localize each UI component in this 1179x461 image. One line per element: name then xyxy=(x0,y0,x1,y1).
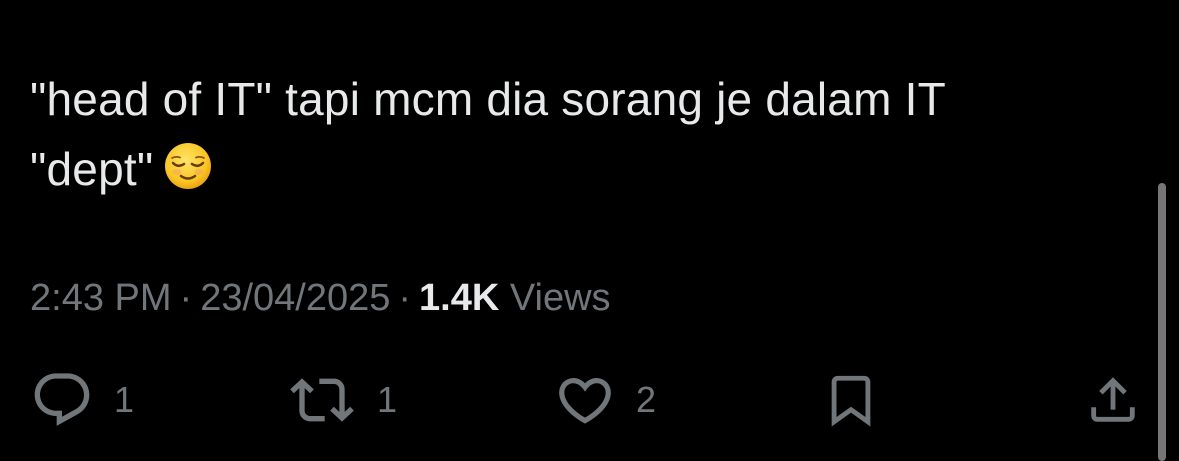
tweet-text: "head of IT" tapi mcm dia sorang je dala… xyxy=(30,64,1110,204)
views-label: Views xyxy=(509,277,611,319)
repost-icon xyxy=(290,378,354,422)
like-count: 2 xyxy=(636,379,657,420)
meta-separator: · xyxy=(179,277,193,319)
relieved-face-icon xyxy=(165,143,212,189)
heart-icon xyxy=(559,378,611,424)
tweet-text-line-1: "head of IT" tapi mcm dia sorang je dala… xyxy=(30,73,946,125)
meta-separator: · xyxy=(398,277,412,319)
share-icon xyxy=(1091,377,1135,422)
tweet-actions-bar: 1 1 2 xyxy=(0,368,1179,432)
share-button[interactable] xyxy=(1084,368,1142,432)
reply-icon xyxy=(34,373,90,426)
bookmark-button[interactable] xyxy=(822,368,880,432)
views-count: 1.4K xyxy=(419,277,500,319)
tweet-text-line-2-text: "dept" xyxy=(30,143,154,195)
tweet-text-line-2: "dept" xyxy=(30,134,1110,204)
like-button[interactable]: 2 xyxy=(554,368,656,432)
tweet-date[interactable]: 23/04/2025 xyxy=(200,277,390,319)
tweet-meta: 2:43 PM · 23/04/2025 · 1.4K Views xyxy=(30,272,611,324)
scrollbar[interactable] xyxy=(1158,183,1166,461)
tweet-time[interactable]: 2:43 PM xyxy=(30,277,172,319)
reply-button[interactable]: 1 xyxy=(30,368,134,432)
bookmark-icon xyxy=(831,375,871,427)
reply-count: 1 xyxy=(114,379,135,420)
repost-button[interactable]: 1 xyxy=(287,368,397,432)
repost-count: 1 xyxy=(377,379,398,420)
